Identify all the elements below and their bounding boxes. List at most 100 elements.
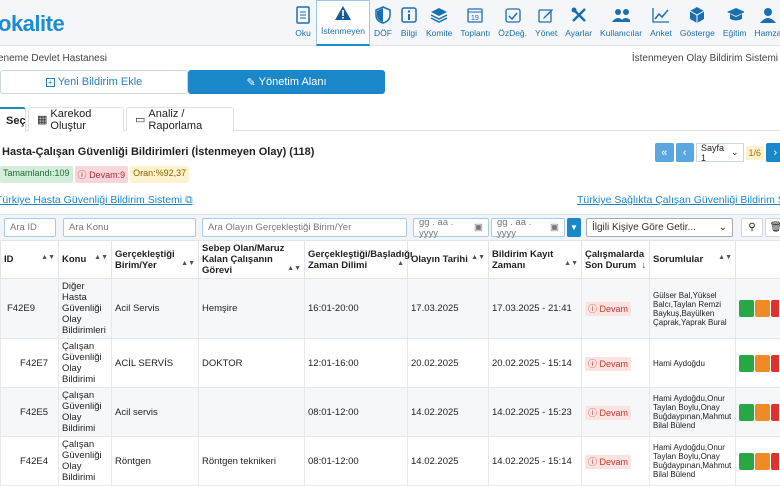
view-button[interactable] [739,355,754,372]
nav-yonet[interactable]: Yönet [531,0,561,46]
col-topic[interactable]: Konu▲▼ [59,241,112,279]
edit-button[interactable] [755,404,770,421]
person-filter-select[interactable]: İlgili Kişiye Göre Getir...⌄ [586,218,733,237]
delete-button[interactable] [771,404,779,421]
cell-actions [736,339,780,388]
tab-sec[interactable]: Seç [0,107,26,132]
view-button[interactable] [739,300,754,317]
nav-gosterge[interactable]: Gösterge [676,0,719,46]
date-from-text: gg . aa . yyyy [419,217,474,239]
col-actions [736,241,780,279]
admin-area-button[interactable]: ✎ Yönetim Alanı [188,70,385,94]
main-nav: Oku İstenmeyen DÖF Bilgi Komite 19Toplan… [290,0,780,46]
nav-label: Kullanıcılar [600,28,642,38]
clear-button[interactable]: 🗑 [765,218,780,237]
calendar-icon: ▣ [550,222,559,233]
date-to-input[interactable]: gg . aa . yyyy▣ [491,218,565,237]
search-button[interactable]: ⚲ [741,218,763,237]
delete-button[interactable] [771,300,779,317]
col-date[interactable]: Olayın Tarihi▲▼ [408,241,489,279]
calendar-icon: ▣ [474,222,483,233]
cell-unit: Acil servis [112,388,199,437]
view-button[interactable] [739,404,754,421]
topic-filter[interactable]: Ara Konu [63,218,196,237]
nav-ayarlar[interactable]: Ayarlar [561,0,596,46]
col-time[interactable]: Gerçekleştiği/Başladığı Zaman Dilimi▲ [305,241,408,279]
nav-oku[interactable]: Oku [290,0,316,46]
view-button[interactable] [739,453,754,470]
admin-label: Yönetim Alanı [259,76,327,88]
tab-karekod[interactable]: ▦Karekod Oluştur [28,107,124,131]
system-name: İstenmeyen Olay Bildirim Sistemi [632,53,778,64]
patient-safety-link[interactable]: Türkiye Hasta Güvenliği Bildirim Sistemi… [0,194,193,207]
nav-label: Gösterge [680,28,715,38]
cell-role: DOKTOR [199,339,305,388]
edit-button[interactable] [755,355,770,372]
link-text: Türkiye Hasta Güvenliği Bildirim Sistemi [0,194,182,206]
sort-icon: ▲▼ [564,260,578,267]
chart-icon [652,6,670,24]
tab-bar: Seç ▦Karekod Oluştur ▭Analiz / Raporlama [0,107,780,131]
checklist-icon [504,6,522,24]
top-navbar: okalite Oku İstenmeyen DÖF Bilgi Komite … [0,0,780,46]
calendar-icon: 19 [466,6,484,24]
table-row[interactable]: F42E5 Çalışan Güvenliği Olay Bildirimi A… [1,388,780,437]
nav-user[interactable]: Hamza [750,0,780,46]
nav-toplanti[interactable]: 19Toplantı [456,0,494,46]
edit-icon [537,6,555,24]
col-role[interactable]: Sebep Olan/Maruz Kalan Çalışanın Görevi▲… [199,241,305,279]
status-badge: ⓘ Devam [585,406,631,420]
delete-button[interactable] [771,355,779,372]
table-row[interactable]: F42E9 Diğer Hasta Güvenliği Olay Bildiri… [1,279,780,339]
cell-time: 08:01-12:00 [305,437,408,486]
sort-icon: ▲▼ [181,260,195,267]
sort-icon: ▲▼ [287,265,301,272]
app-logo[interactable]: okalite [0,11,64,37]
nav-komite[interactable]: Komite [422,0,456,46]
nav-egitim[interactable]: Eğitim [719,0,751,46]
page-select-label: Sayfa 1 [701,143,729,163]
tab-analiz[interactable]: ▭Analiz / Raporlama [126,107,234,131]
unit-filter[interactable]: Ara Olayın Gerçekleştiği Birim/Yer [202,218,407,237]
id-filter[interactable]: Ara ID [4,218,56,237]
col-status[interactable]: Çalışmalarda Son Durum↓ [582,241,650,279]
shield-icon [374,6,392,24]
nav-kullanicilar[interactable]: Kullanıcılar [596,0,646,46]
status-badge: ⓘ Devam [585,357,631,371]
cell-status: ⓘ Devam [582,279,650,339]
status-badge: ⓘ Devam [585,302,631,316]
nav-label: Hamza [754,28,780,38]
subheader: eneme Devlet Hastanesi İstenmeyen Olay B… [0,53,780,64]
status-text: Devam [600,457,629,467]
edit-button[interactable] [755,300,770,317]
ongoing-text: Devam:9 [89,170,125,180]
rate-badge: Oran:%92,37 [130,166,189,183]
nav-label: Oku [295,28,311,38]
nav-bilgi[interactable]: Bilgi [396,0,422,46]
dropdown-toggle-button[interactable]: ▼ [567,218,581,237]
col-recorded[interactable]: Bildirim Kayıt Zamanı▲▼ [489,241,582,279]
nav-ozdeg[interactable]: ÖzDeğ. [494,0,531,46]
first-page-button[interactable]: « [655,143,674,162]
nav-istenmeyen[interactable]: İstenmeyen [316,0,370,46]
table-row[interactable]: F42E4 Çalışan Güvenliği Olay Bildirimi R… [1,437,780,486]
edit-button[interactable] [755,453,770,470]
page-select[interactable]: Sayfa 1 ⌄ [696,143,744,162]
next-page-button[interactable]: › [766,143,780,162]
date-from-input[interactable]: gg . aa . yyyy▣ [413,218,489,237]
col-id[interactable]: ID▲▼ [1,241,59,279]
new-report-button[interactable]: + Yeni Bildirim Ekle [0,70,188,94]
nav-label: DÖF [374,28,392,38]
status-text: Devam [600,359,629,369]
col-responsible[interactable]: Sorumlular▲▼ [650,241,736,279]
col-unit[interactable]: Gerçekleştiği Birim/Yer▲▼ [112,241,199,279]
employee-safety-link[interactable]: Türkiye Sağlıkta Çalışan Güvenliği Bildi… [577,194,780,206]
nav-anket[interactable]: Anket [646,0,676,46]
cell-status: ⓘ Devam [582,339,650,388]
table-row[interactable]: F42E7 Çalışan Güvenliği Olay Bildirimi A… [1,339,780,388]
prev-page-button[interactable]: ‹ [676,143,695,162]
status-text: Devam [600,304,629,314]
nav-dof[interactable]: DÖF [370,0,396,46]
delete-button[interactable] [771,453,779,470]
plus-icon: + [46,78,55,87]
